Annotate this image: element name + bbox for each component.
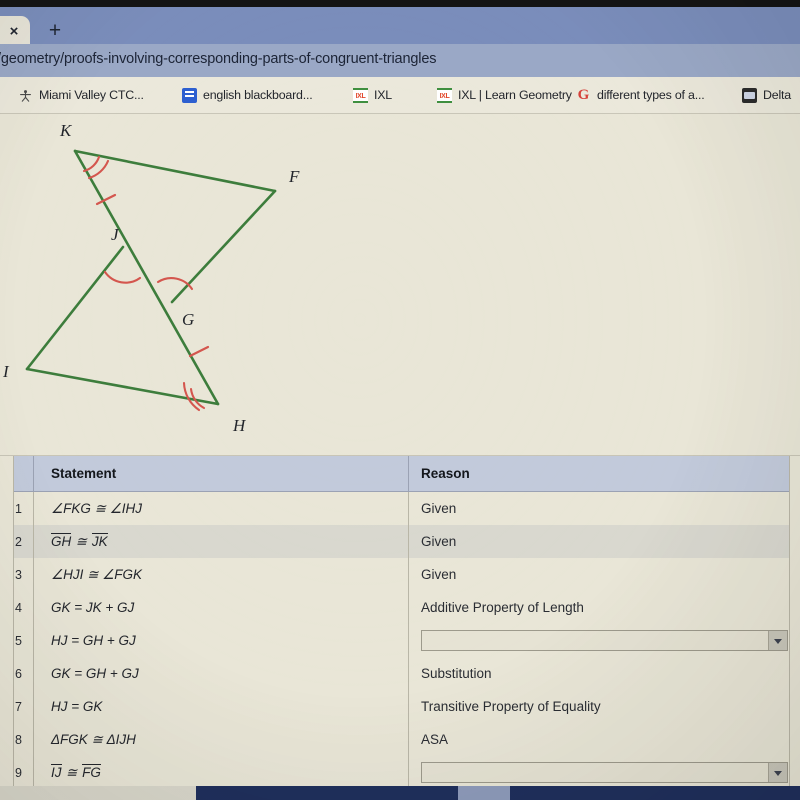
bookmark-label: Delta — [763, 88, 791, 102]
row-reason: Given — [408, 492, 789, 525]
vertex-label-G: G — [182, 310, 194, 329]
header-reason: Reason — [408, 456, 789, 491]
row-number: 8 — [15, 732, 22, 747]
browser-tab-strip: × + — [0, 7, 800, 51]
congruent-symbol: ≅ — [71, 533, 92, 549]
delta-favicon-icon — [742, 87, 757, 103]
blackboard-favicon-icon — [182, 87, 197, 103]
table-row: 5 HJ = GH + GJ — [14, 624, 789, 657]
table-row: 3 ∠HJI ≅ ∠FGK Given — [14, 558, 789, 591]
screen-top-bezel — [0, 0, 800, 7]
row-number: 4 — [15, 600, 22, 615]
bookmark-label: different types of a... — [597, 88, 705, 102]
bookmark-label: IXL — [374, 88, 392, 102]
table-row: 4 GK = JK + GJ Additive Property of Leng… — [14, 591, 789, 624]
row-number: 5 — [15, 633, 22, 648]
row-reason: Given — [408, 525, 789, 558]
bookmark-different-types-of-a[interactable]: G different types of a... — [576, 85, 705, 105]
congruent-symbol: ≅ — [61, 764, 83, 780]
vertex-label-K: K — [59, 121, 73, 140]
figure-green-lines — [25, 149, 277, 406]
segment-IJ: IJ — [51, 764, 62, 781]
address-bar[interactable]: /geometry/proofs-involving-corresponding… — [0, 44, 800, 77]
table-row: 6 GK = GH + GJ Substitution — [14, 657, 789, 690]
reason-dropdown-row5[interactable] — [421, 630, 788, 651]
row-statement: GH ≅ JK — [33, 525, 408, 558]
row-statement: ΔFGK ≅ ΔIJH — [33, 723, 408, 756]
segment-FG: FG — [82, 764, 101, 781]
row-number: 7 — [15, 699, 22, 714]
row-statement: ∠HJI ≅ ∠FGK — [33, 558, 408, 591]
ixl-favicon-icon — [353, 87, 368, 103]
vertex-label-F: F — [288, 167, 300, 186]
mvctc-favicon-icon — [18, 88, 33, 103]
address-bar-url: /geometry/proofs-involving-corresponding… — [0, 51, 437, 67]
new-tab-icon[interactable]: + — [44, 20, 66, 42]
proof-table-header-row: Statement Reason — [14, 456, 789, 492]
row-reason: Transitive Property of Equality — [408, 690, 789, 723]
header-num-cell — [14, 456, 33, 491]
taskbar-left-segment — [0, 786, 196, 800]
row-reason: Given — [408, 558, 789, 591]
figure-vertex-labels: K F J G I H — [2, 121, 300, 435]
row-statement: HJ = GK — [33, 690, 408, 723]
row-statement: ∠FKG ≅ ∠IHJ — [33, 492, 408, 525]
taskbar-center-segment — [458, 786, 510, 800]
bookmark-label: IXL | Learn Geometry — [458, 88, 572, 102]
reason-dropdown-row9[interactable] — [421, 762, 788, 783]
vertex-label-H: H — [232, 416, 247, 435]
bookmarks-bar: Miami Valley CTC... english blackboard..… — [0, 77, 800, 114]
bookmark-label: Miami Valley CTC... — [39, 88, 144, 102]
geometry-figure-svg: K F J G I H — [2, 121, 300, 435]
bookmark-english-blackboard[interactable]: english blackboard... — [182, 85, 313, 105]
row-reason: Additive Property of Length — [408, 591, 789, 624]
row-statement: IJ ≅ FG — [33, 756, 408, 789]
table-row: 9 IJ ≅ FG — [14, 756, 789, 789]
row-number: 1 — [15, 501, 22, 516]
proof-table: Statement Reason 1 ∠FKG ≅ ∠IHJ Given 2 G… — [13, 456, 790, 789]
vertex-label-I: I — [2, 362, 10, 381]
bookmark-delta[interactable]: Delta — [742, 85, 791, 105]
row-number: 9 — [15, 765, 22, 780]
bookmark-ixl-learn-geometry[interactable]: IXL | Learn Geometry — [437, 85, 572, 105]
chevron-down-icon[interactable] — [768, 763, 787, 782]
table-row: 2 GH ≅ JK Given — [14, 525, 789, 558]
table-row: 1 ∠FKG ≅ ∠IHJ Given — [14, 492, 789, 525]
ixl-favicon-icon — [437, 87, 452, 103]
row-statement: HJ = GH + GJ — [33, 624, 408, 657]
table-row: 7 HJ = GK Transitive Property of Equalit… — [14, 690, 789, 723]
bookmark-label: english blackboard... — [203, 88, 313, 102]
header-statement: Statement — [33, 456, 408, 491]
google-favicon-icon: G — [577, 86, 590, 103]
segment-JK: JK — [91, 533, 108, 550]
row-number: 2 — [15, 534, 22, 549]
chevron-down-icon[interactable] — [768, 631, 787, 650]
row-reason — [408, 624, 789, 657]
bookmark-miami-valley-ctc[interactable]: Miami Valley CTC... — [18, 85, 144, 105]
row-reason: ASA — [408, 723, 789, 756]
row-statement: GK = JK + GJ — [33, 591, 408, 624]
close-icon[interactable]: × — [5, 23, 23, 41]
row-reason — [408, 756, 789, 789]
geometry-figure: K F J G I H — [0, 114, 800, 456]
os-taskbar[interactable] — [0, 786, 800, 800]
bookmark-ixl[interactable]: IXL — [353, 85, 392, 105]
screenshot-root: × + /geometry/proofs-involving-correspon… — [0, 0, 800, 800]
row-reason: Substitution — [408, 657, 789, 690]
row-number: 6 — [15, 666, 22, 681]
table-row: 8 ΔFGK ≅ ΔIJH ASA — [14, 723, 789, 756]
figure-angle-marks — [82, 155, 206, 412]
page-content: K F J G I H Statement Reason 1 ∠FKG ≅ ∠I… — [0, 114, 800, 789]
segment-GH: GH — [51, 533, 72, 550]
row-number: 3 — [15, 567, 22, 582]
row-statement: GK = GH + GJ — [33, 657, 408, 690]
